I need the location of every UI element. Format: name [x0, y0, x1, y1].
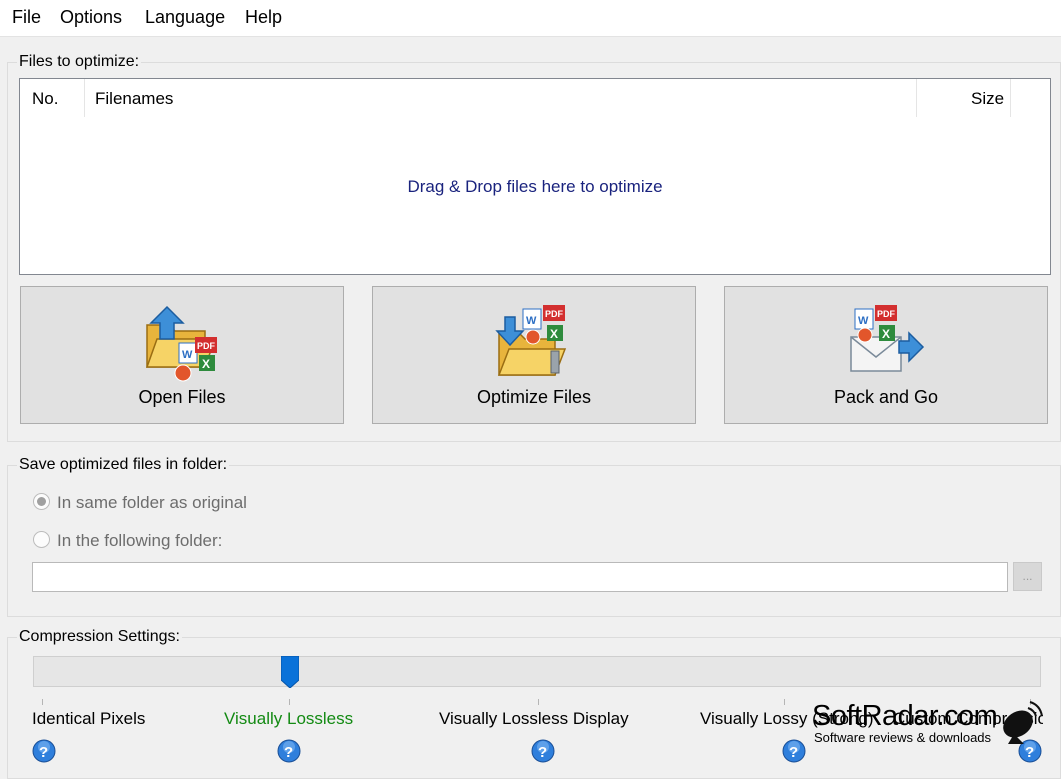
drop-hint: Drag & Drop files here to optimize: [407, 177, 663, 196]
files-group-title: Files to optimize:: [17, 53, 142, 71]
column-separator: [916, 79, 917, 117]
svg-text:?: ?: [538, 744, 547, 761]
svg-text:PDF: PDF: [545, 309, 564, 319]
svg-text:PDF: PDF: [197, 341, 216, 351]
pack-and-go-label: Pack and Go: [833, 387, 939, 407]
column-filenames[interactable]: Filenames: [95, 89, 173, 109]
svg-text:?: ?: [1025, 744, 1034, 761]
open-files-label: Open Files: [138, 387, 226, 407]
pack-envelope-icon: W PDF X: [850, 305, 925, 372]
compression-group-title: Compression Settings:: [17, 628, 182, 646]
level-visually-lossless-display[interactable]: Visually Lossless Display: [439, 709, 629, 729]
svg-text:W: W: [858, 315, 869, 327]
watermark-title: SoftRadar.com: [812, 700, 998, 732]
svg-text:?: ?: [284, 744, 293, 761]
compression-slider-thumb[interactable]: [281, 656, 299, 688]
save-group-title: Save optimized files in folder:: [17, 456, 230, 474]
column-separator: [84, 79, 85, 117]
file-list[interactable]: No. Filenames Size Drag & Drop files her…: [19, 78, 1051, 275]
radio-same-folder-label: In same folder as original: [57, 493, 247, 512]
slider-tick: [42, 699, 43, 705]
svg-text:W: W: [526, 315, 537, 327]
help-icon[interactable]: ?: [782, 739, 806, 763]
compression-slider[interactable]: [33, 656, 1041, 687]
svg-text:?: ?: [789, 744, 798, 761]
level-visually-lossless[interactable]: Visually Lossless: [224, 709, 353, 729]
radio-same-folder[interactable]: [33, 493, 50, 510]
column-size[interactable]: Size: [971, 89, 1004, 109]
slider-tick: [538, 699, 539, 705]
column-no[interactable]: No.: [32, 89, 58, 109]
svg-text:PDF: PDF: [877, 309, 896, 319]
radio-following-folder[interactable]: [33, 531, 50, 548]
watermark-subtitle: Software reviews & downloads: [814, 730, 992, 745]
menu-options[interactable]: Options: [60, 7, 122, 28]
slider-tick: [289, 699, 290, 705]
level-identical-pixels[interactable]: Identical Pixels: [32, 709, 145, 729]
browse-button[interactable]: ...: [1013, 562, 1042, 591]
svg-text:X: X: [202, 357, 210, 371]
optimize-files-label: Optimize Files: [476, 387, 592, 407]
column-separator: [1010, 79, 1011, 117]
folder-path-input[interactable]: [32, 562, 1008, 592]
open-files-button[interactable]: W PDF X Open Files: [20, 286, 344, 424]
satellite-dish-icon: [1003, 701, 1043, 744]
svg-text:?: ?: [39, 744, 48, 761]
menu-help[interactable]: Help: [245, 7, 282, 28]
open-folder-icon: W PDF X: [145, 305, 217, 382]
menu-bar: File Options Language Help: [0, 0, 1061, 37]
help-icon[interactable]: ?: [277, 739, 301, 763]
svg-text:W: W: [182, 349, 193, 361]
radio-following-folder-label: In the following folder:: [57, 531, 223, 550]
slider-tick: [784, 699, 785, 705]
optimize-files-button[interactable]: W PDF X Optimize Files: [372, 286, 696, 424]
help-icon[interactable]: ?: [531, 739, 555, 763]
menu-language[interactable]: Language: [145, 7, 225, 28]
help-icon[interactable]: ?: [32, 739, 56, 763]
optimize-folder-icon: W PDF X: [495, 305, 567, 376]
menu-file[interactable]: File: [12, 7, 41, 28]
svg-text:X: X: [882, 327, 890, 341]
svg-text:X: X: [550, 327, 558, 341]
pack-and-go-button[interactable]: W PDF X Pack and Go: [724, 286, 1048, 424]
